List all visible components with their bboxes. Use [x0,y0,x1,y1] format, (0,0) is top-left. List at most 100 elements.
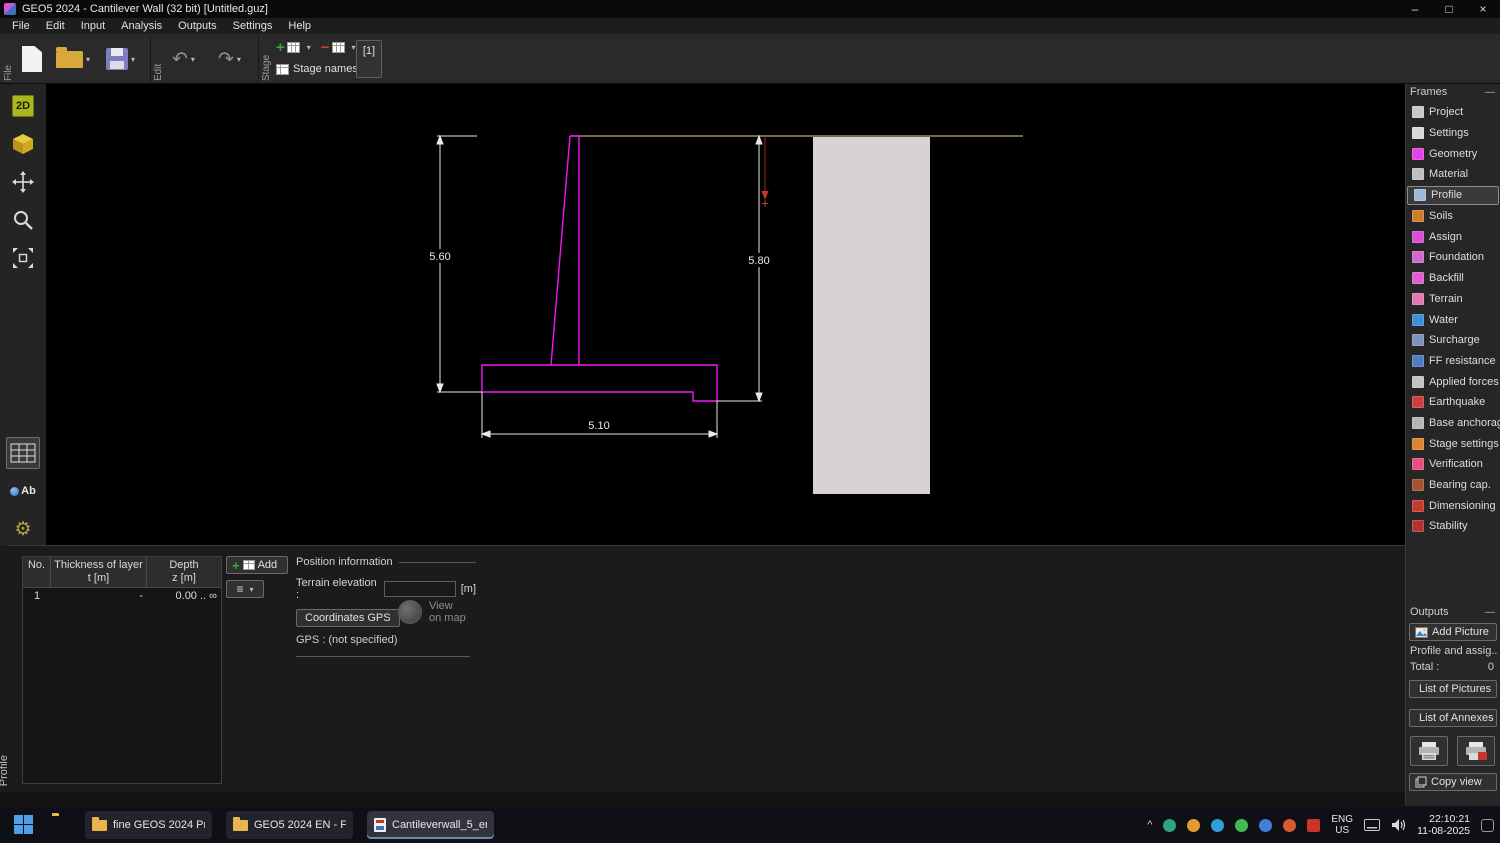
pan-button[interactable] [6,166,40,198]
frame-item-applied-forces[interactable]: Applied forces [1406,371,1500,392]
position-information-title: Position information [296,556,476,568]
frame-item-soils[interactable]: Soils [1406,206,1500,227]
table-options-button[interactable]: ≡ ▾ [226,580,264,598]
frame-item-label: Surcharge [1429,334,1480,346]
text-labels-button[interactable]: Ab [6,475,40,507]
frame-item-foundation[interactable]: Foundation [1406,247,1500,268]
menu-item-help[interactable]: Help [280,18,319,34]
hidden-icons-chevron[interactable]: ^ [1147,819,1152,831]
frame-item-bearing-cap[interactable]: Bearing cap. [1406,475,1500,496]
volume-icon[interactable] [1391,818,1406,832]
tray-bluetooth-icon[interactable] [1259,819,1272,832]
frame-item-stability[interactable]: Stability [1406,516,1500,537]
print-export-button[interactable] [1457,736,1495,766]
drawing-settings-button[interactable]: ⚙ [6,513,40,545]
open-file-button[interactable]: ▾ [56,34,90,84]
menu-item-outputs[interactable]: Outputs [170,18,225,34]
view-3d-button[interactable] [6,128,40,160]
frame-item-assign[interactable]: Assign [1406,226,1500,247]
menu-item-settings[interactable]: Settings [225,18,281,34]
menu-item-file[interactable]: File [4,18,38,34]
total-counter: Total : 0 [1406,657,1500,673]
frame-item-label: Foundation [1429,251,1484,263]
layer-row[interactable]: 1-0.00 .. ∞ [23,588,221,603]
view-on-map-button[interactable]: Viewon map [398,600,466,624]
list-of-pictures-button[interactable]: List of Pictures [1409,680,1497,698]
touch-keyboard-icon[interactable] [1364,819,1380,831]
folder-icon [233,820,248,831]
frame-item-material[interactable]: Material [1406,164,1500,185]
add-stage-dropdown-icon[interactable]: ▾ [307,43,311,52]
side-tab[interactable]: Profile [0,545,8,792]
drawing-canvas[interactable]: 5.60 5.80 5.10 [46,84,1405,545]
frames-minimize-icon[interactable]: — [1485,87,1495,98]
col-depth: Depth [147,559,221,572]
clock[interactable]: 22:10:21 11-08-2025 [1417,813,1470,837]
magnifier-icon [11,208,35,232]
tray-security-icon[interactable] [1283,819,1296,832]
tray-adobe-icon[interactable] [1307,819,1320,832]
taskbar-app-cantileverwall-5-en[interactable]: Cantileverwall_5_en [367,811,494,839]
frame-item-surcharge[interactable]: Surcharge [1406,330,1500,351]
frame-item-dimensioning[interactable]: Dimensioning [1406,495,1500,516]
frame-item-ff-resistance[interactable]: FF resistance [1406,351,1500,372]
stage-names-button[interactable]: Stage names [276,60,358,78]
terrain-elevation-input[interactable] [384,581,456,597]
frame-item-stage-settings[interactable]: Stage settings [1406,433,1500,454]
frame-item-terrain[interactable]: Terrain [1406,289,1500,310]
layers-table-body: 1-0.00 .. ∞ [23,588,221,603]
outputs-minimize-icon[interactable]: — [1485,607,1495,618]
taskbar-app-fine-geos-2024-pro-pre[interactable]: fine GEOS 2024 Pro Pre- [85,811,212,839]
zoom-fit-button[interactable] [6,242,40,274]
menubar: FileEditInputAnalysisOutputsSettingsHelp [0,18,1500,34]
print-button[interactable] [1410,736,1448,766]
list-of-annexes-button[interactable]: List of Annexes [1409,709,1497,727]
add-stage-button[interactable]: + [276,40,300,55]
remove-stage-dropdown-icon[interactable]: ▾ [352,43,356,52]
notifications-icon[interactable] [1481,819,1494,832]
new-file-button[interactable] [22,34,42,84]
view-2d-button[interactable]: 2D [6,90,40,122]
start-button[interactable] [14,815,33,834]
remove-stage-button[interactable]: − [321,40,345,55]
menu-item-edit[interactable]: Edit [38,18,73,34]
frame-item-backfill[interactable]: Backfill [1406,268,1500,289]
taskbar-app-geo5-2024-en-file-exp[interactable]: GEO5 2024 EN - File Exp [226,811,353,839]
frame-item-profile[interactable]: Profile [1407,186,1499,205]
frame-item-water[interactable]: Water [1406,309,1500,330]
tray-power-icon[interactable] [1187,819,1200,832]
frame-item-base-anchorage[interactable]: Base anchorage [1406,413,1500,434]
maximize-button[interactable]: □ [1432,0,1466,18]
copy-view-button[interactable]: Copy view [1409,773,1497,791]
frame-item-earthquake[interactable]: Earthquake [1406,392,1500,413]
tray-sync-icon[interactable] [1163,819,1176,832]
frame-item-project[interactable]: Project [1406,102,1500,123]
add-layer-button[interactable]: + Add [226,556,288,574]
close-button[interactable]: × [1466,0,1500,18]
tray-telegram-icon[interactable] [1211,819,1224,832]
frame-item-geometry[interactable]: Geometry [1406,143,1500,164]
zoom-button[interactable] [6,204,40,236]
toolbar: File ▾ ▾ Edit ↶▾ ↷▾ Stage + ▾ − ▾ [0,34,1500,84]
toolbar-group-stage-label: Stage [261,37,272,81]
open-dropdown-icon[interactable]: ▾ [86,55,90,64]
undo-button[interactable]: ↶▾ [172,34,195,84]
language-indicator[interactable]: ENG US [1331,814,1353,836]
stage-tab-1[interactable]: [1] [356,40,382,78]
save-file-button[interactable]: ▾ [106,34,135,84]
undo-dropdown-icon[interactable]: ▾ [191,55,195,64]
minimize-button[interactable]: – [1398,0,1432,18]
frame-item-settings[interactable]: Settings [1406,123,1500,144]
grid-settings-button[interactable] [6,437,40,469]
applied-forces-icon [1412,376,1424,388]
frame-item-verification[interactable]: Verification [1406,454,1500,475]
redo-button[interactable]: ↷▾ [218,34,241,84]
undo-icon: ↶ [172,50,188,69]
redo-dropdown-icon[interactable]: ▾ [237,55,241,64]
tray-whatsapp-icon[interactable] [1235,819,1248,832]
menu-item-analysis[interactable]: Analysis [113,18,170,34]
coordinates-gps-button[interactable]: Coordinates GPS [296,609,400,627]
add-picture-button[interactable]: Add Picture [1409,623,1497,641]
save-dropdown-icon[interactable]: ▾ [131,55,135,64]
menu-item-input[interactable]: Input [73,18,113,34]
